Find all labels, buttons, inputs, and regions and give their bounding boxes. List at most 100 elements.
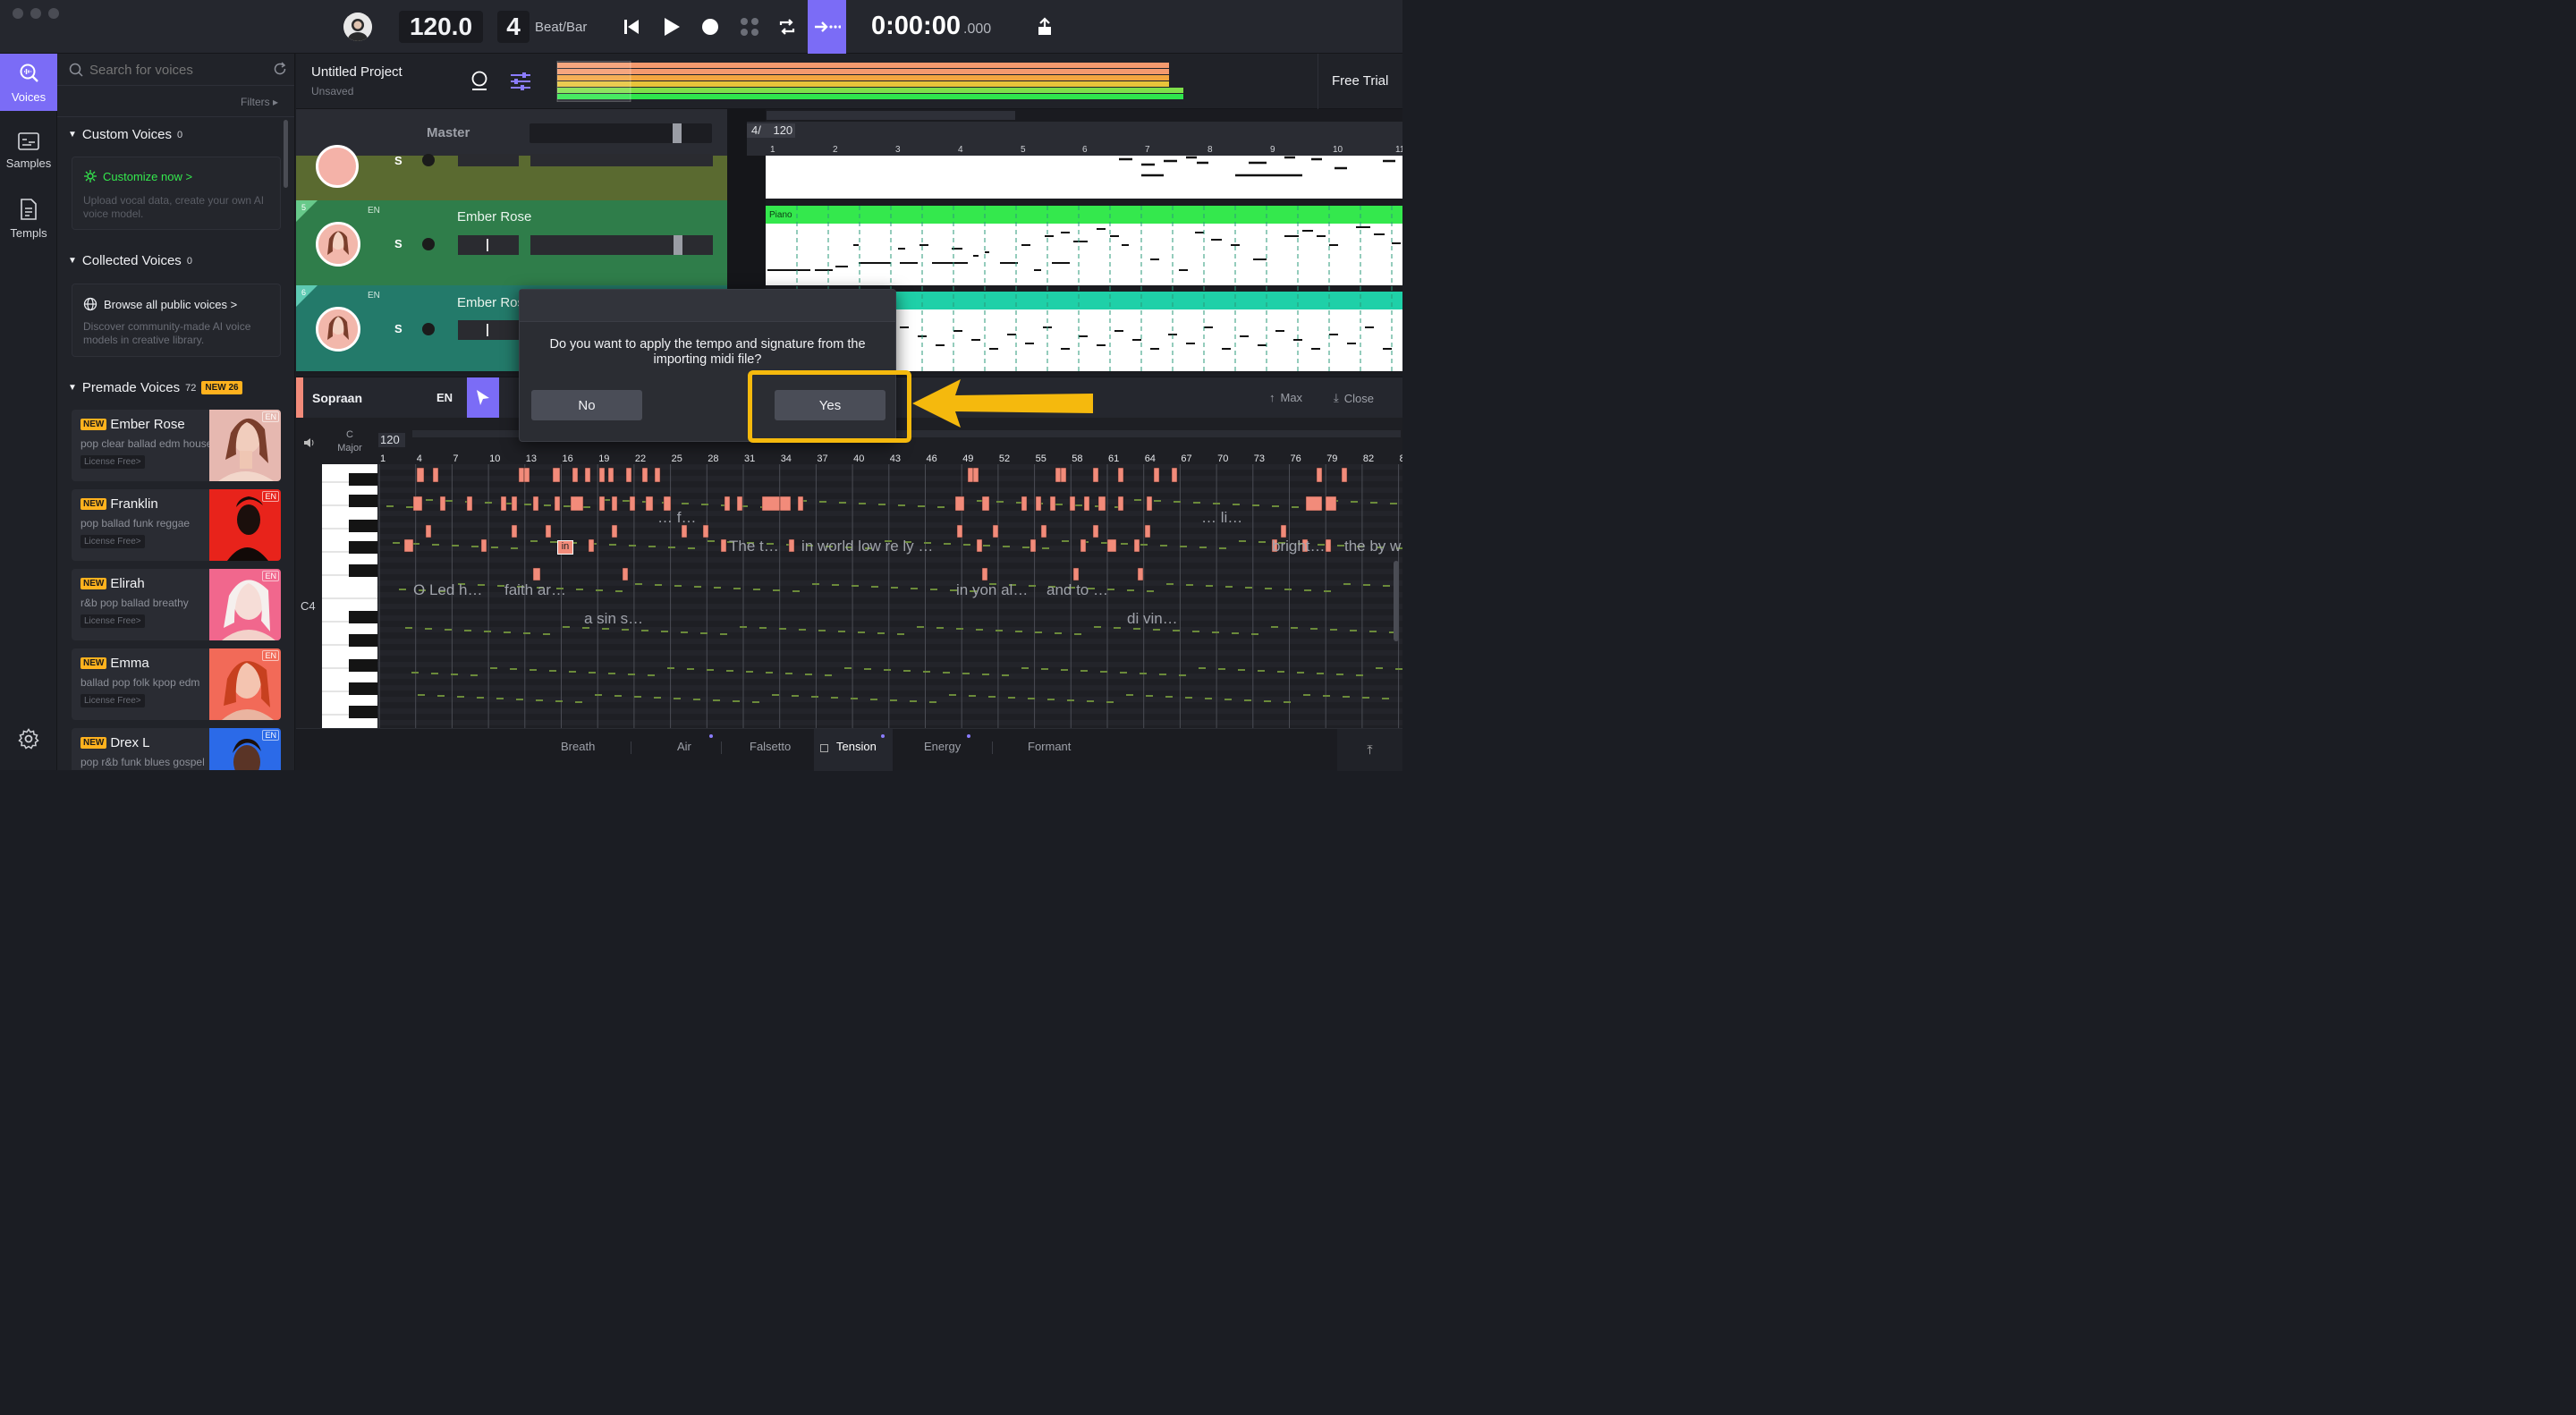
voice-tags: pop ballad funk reggae: [80, 517, 191, 530]
tab-formant[interactable]: Formant: [1028, 740, 1071, 753]
rail-voices[interactable]: Voices: [0, 54, 57, 111]
speaker-button[interactable]: [296, 418, 323, 468]
lyric-label[interactable]: bright…: [1272, 538, 1326, 555]
close-editor-button[interactable]: ⤓ Close: [1334, 391, 1374, 405]
beats-input[interactable]: 4: [497, 11, 530, 43]
note-block: [1040, 524, 1047, 538]
license-link[interactable]: License Free>: [80, 694, 145, 708]
follow-playhead-button[interactable]: [808, 0, 846, 54]
signature-tempo-chip[interactable]: 4/ 120: [747, 123, 795, 138]
volume-slider[interactable]: [530, 235, 713, 255]
editor-lang-select[interactable]: EN: [436, 391, 453, 404]
editor-tempo-chip[interactable]: 120: [378, 433, 405, 447]
lyric-label[interactable]: di vin…: [1127, 610, 1178, 628]
tab-falsetto[interactable]: Falsetto: [750, 740, 791, 753]
skip-back-button[interactable]: [617, 13, 646, 41]
track-row-partial[interactable]: S: [296, 145, 727, 200]
voice-card-franklin[interactable]: NEW Franklin pop ballad funk reggae Licen…: [72, 489, 281, 561]
pan-slider[interactable]: [458, 154, 519, 166]
voice-tags: r&b pop ballad breathy: [80, 597, 189, 609]
selected-note[interactable]: in: [557, 540, 573, 555]
license-link[interactable]: License Free>: [80, 535, 145, 548]
note-block: [956, 524, 963, 538]
voice-card-emma[interactable]: NEW Emma ballad pop folk kpop edm License…: [72, 648, 281, 720]
rail-templates[interactable]: Templs: [0, 190, 57, 247]
editor-track-name[interactable]: Sopraan: [312, 391, 362, 405]
pan-slider[interactable]: [458, 320, 519, 340]
lyric-label[interactable]: faith ar…: [504, 581, 566, 599]
max-button[interactable]: ↑ Max: [1269, 391, 1302, 404]
key-selector[interactable]: C Major: [323, 421, 377, 461]
customize-now-link[interactable]: Customize now >: [83, 169, 192, 183]
slider-handle[interactable]: [487, 239, 488, 251]
select-tool-button[interactable]: [467, 377, 499, 419]
slider-handle[interactable]: [673, 123, 682, 143]
record-button[interactable]: [696, 13, 724, 41]
editor-scrollbar[interactable]: [1394, 418, 1399, 728]
settings-button[interactable]: [18, 728, 39, 750]
solo-button[interactable]: S: [394, 322, 402, 335]
free-trial-label[interactable]: Free Trial: [1332, 73, 1388, 89]
lyric-label[interactable]: and to …: [1046, 581, 1108, 599]
mute-dot[interactable]: [422, 323, 435, 335]
expand-params-button[interactable]: ⤒: [1337, 729, 1402, 771]
play-button[interactable]: [657, 13, 686, 41]
scroll-thumb[interactable]: [1394, 561, 1399, 641]
callout-arrow-icon: [912, 379, 1093, 428]
metronome-button[interactable]: [735, 13, 764, 41]
volume-slider[interactable]: [530, 154, 713, 166]
lyric-label[interactable]: … f…: [657, 509, 696, 527]
ruler-number: 46: [926, 453, 937, 464]
license-link[interactable]: License Free>: [80, 614, 145, 628]
mixer-icon[interactable]: [510, 72, 531, 91]
voice-card-ember-rose[interactable]: NEW Ember Rose pop clear ballad edm house…: [72, 410, 281, 481]
slider-handle[interactable]: [487, 324, 488, 336]
lyric-label[interactable]: a sin s…: [584, 610, 643, 628]
window-zoom-button[interactable]: [48, 8, 59, 19]
rail-samples[interactable]: Samples: [0, 122, 57, 179]
track-row-5[interactable]: 5 EN Ember Rose S: [296, 200, 727, 285]
window-close-button[interactable]: [13, 8, 23, 19]
solo-button[interactable]: S: [394, 154, 402, 167]
piano-keyboard[interactable]: [322, 464, 377, 728]
mute-dot[interactable]: [422, 238, 435, 250]
master-volume-slider[interactable]: [530, 123, 712, 143]
license-link[interactable]: License Free>: [80, 455, 145, 469]
search-input[interactable]: [89, 59, 259, 80]
voices-scrollbar[interactable]: [284, 120, 288, 188]
premade-voices-header[interactable]: ▼ Premade Voices 72 NEW 26: [68, 380, 242, 395]
project-title[interactable]: Untitled Project: [311, 64, 402, 80]
browse-public-voices-link[interactable]: Browse all public voices >: [83, 297, 237, 311]
note-block: [1106, 538, 1117, 553]
no-button[interactable]: No: [531, 390, 642, 420]
tuner-icon[interactable]: [470, 71, 489, 92]
loop-button[interactable]: [773, 13, 801, 41]
solo-button[interactable]: S: [394, 237, 402, 250]
tab-breath[interactable]: Breath: [561, 740, 595, 753]
collected-voices-header[interactable]: ▼ Collected Voices 0: [68, 253, 192, 268]
tab-energy[interactable]: Energy: [924, 740, 961, 753]
voice-card-drex-l[interactable]: NEW Drex L pop r&b funk blues gospel EN: [72, 728, 281, 770]
tab-tension[interactable]: Tension: [836, 740, 877, 753]
tempo-input[interactable]: 120.0: [399, 11, 483, 43]
slider-handle[interactable]: [674, 235, 682, 255]
lyric-label[interactable]: in world low re ly …: [801, 538, 933, 555]
lyric-label[interactable]: The t…: [729, 538, 779, 555]
lyric-label[interactable]: the by w: [1344, 538, 1401, 555]
lyric-label[interactable]: … li…: [1201, 509, 1242, 527]
user-avatar[interactable]: [343, 13, 372, 41]
pan-slider[interactable]: [458, 235, 519, 255]
tab-air[interactable]: Air: [677, 740, 691, 753]
lyric-label[interactable]: in yon al…: [956, 581, 1028, 599]
custom-voices-desc: Upload vocal data, create your own AI vo…: [83, 194, 265, 220]
export-button[interactable]: [1030, 13, 1059, 41]
window-minimize-button[interactable]: [30, 8, 41, 19]
refresh-icon[interactable]: [273, 62, 287, 76]
voice-card-elirah[interactable]: NEW Elirah r&b pop ballad breathy License…: [72, 569, 281, 640]
mute-dot[interactable]: [422, 154, 435, 166]
track-name[interactable]: Ember Rose: [457, 209, 531, 225]
custom-voices-header[interactable]: ▼ Custom Voices 0: [68, 127, 182, 142]
lyric-label[interactable]: O Led h…: [413, 581, 483, 599]
loop-region[interactable]: [767, 111, 1015, 120]
filters-button[interactable]: Filters ▸: [241, 96, 278, 108]
